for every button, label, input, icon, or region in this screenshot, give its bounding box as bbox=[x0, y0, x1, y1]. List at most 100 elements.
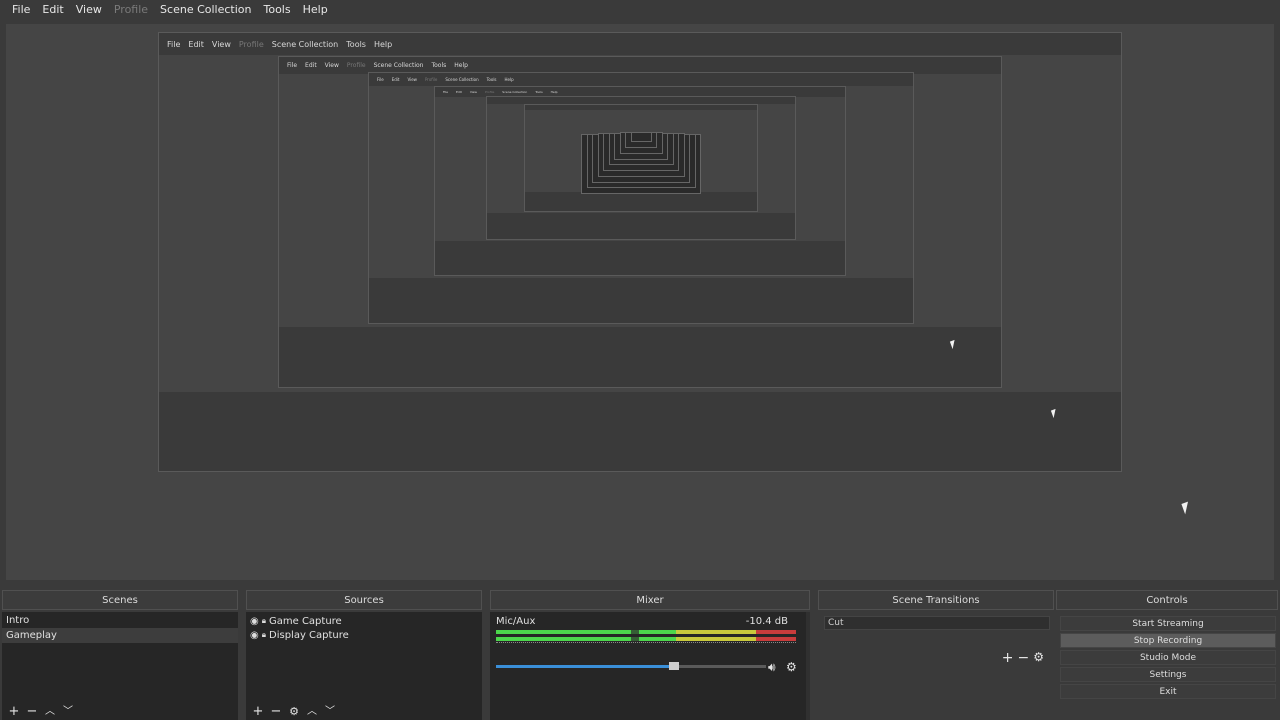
menu-tools[interactable]: Tools bbox=[258, 0, 297, 20]
nested-menu-item: Help bbox=[504, 77, 514, 82]
menu-view[interactable]: View bbox=[70, 0, 108, 20]
nested-menu-item: Profile bbox=[484, 90, 495, 94]
chevron-down-icon[interactable]: ﹀ bbox=[62, 705, 74, 719]
dock-area: Scenes Intro Gameplay + − ︿ ﹀ Sources ◉ … bbox=[0, 590, 1280, 720]
nested-menu-item: Scene Collection bbox=[271, 39, 339, 49]
settings-button[interactable]: Settings bbox=[1060, 667, 1276, 682]
plus-icon[interactable]: + bbox=[8, 705, 20, 719]
studio-mode-button[interactable]: Studio Mode bbox=[1060, 650, 1276, 665]
sources-header: Sources bbox=[246, 590, 482, 610]
nested-menu-item: File bbox=[377, 77, 384, 82]
volume-slider[interactable] bbox=[496, 662, 766, 670]
plus-icon[interactable]: + bbox=[1002, 650, 1014, 666]
volume-handle[interactable] bbox=[669, 662, 680, 670]
sources-toolbar: + − ⚙ ︿ ﹀ bbox=[246, 704, 336, 720]
nested-dock bbox=[159, 392, 1121, 471]
nested-menu-item: Help bbox=[373, 39, 393, 49]
nested-menu-item: Edit bbox=[188, 39, 204, 49]
preview-canvas[interactable]: File Edit View Profile Scene Collection Tools… bbox=[6, 24, 1274, 580]
nested-menu-bar: File Edit View Profile Scene Collection Tools… bbox=[159, 33, 1121, 55]
obs-window: File Edit View Profile Scene Collection … bbox=[0, 0, 1280, 720]
gear-icon[interactable]: ⚙ bbox=[1033, 650, 1044, 666]
scenes-list: Intro Gameplay + − ︿ ﹀ bbox=[2, 612, 238, 720]
nested-dock bbox=[525, 192, 757, 211]
nested-menu-item: Tools bbox=[535, 90, 543, 94]
tunnel-frame bbox=[630, 131, 652, 143]
sources-list: ◉ 🔒︎ Game Capture ◉ 🔒︎ Display Capture +… bbox=[246, 612, 482, 720]
transition-toolbar: + − ⚙ bbox=[1002, 650, 1044, 666]
menu-scene-collection[interactable]: Scene Collection bbox=[154, 0, 257, 20]
scenes-dock: Scenes Intro Gameplay + − ︿ ﹀ bbox=[2, 590, 238, 720]
meter-scale bbox=[496, 642, 796, 645]
mixer-channel-name: Mic/Aux bbox=[496, 616, 536, 627]
nested-menu-item: File bbox=[443, 90, 449, 94]
audio-meter-top bbox=[496, 630, 796, 634]
minus-icon[interactable]: − bbox=[26, 705, 38, 719]
menu-file[interactable]: File bbox=[6, 0, 36, 20]
nested-menu-item: View bbox=[324, 62, 339, 69]
nested-dock bbox=[369, 278, 913, 323]
nested-dock bbox=[279, 327, 1001, 387]
audio-meter-bottom bbox=[496, 637, 796, 641]
stop-recording-button[interactable]: Stop Recording bbox=[1060, 633, 1276, 648]
nested-menu-item: Edit bbox=[456, 90, 462, 94]
nested-menu-item: View bbox=[469, 90, 477, 94]
chevron-up-icon[interactable]: ︿ bbox=[44, 705, 56, 719]
nested-menu-item: Edit bbox=[305, 62, 317, 69]
source-item[interactable]: ◉ 🔒︎ Display Capture bbox=[246, 628, 482, 642]
gear-icon[interactable]: ⚙ bbox=[288, 705, 300, 719]
nested-menu-item: Profile bbox=[238, 39, 264, 49]
mixer-db-value: -10.4 dB bbox=[745, 616, 788, 627]
volume-fill bbox=[496, 665, 675, 668]
chevron-down-icon[interactable]: ﹀ bbox=[324, 705, 336, 719]
mixer-header: Mixer bbox=[490, 590, 810, 610]
mixer-dock: Mixer Mic/Aux -10.4 dB 🔊︎ ⚙ bbox=[490, 590, 810, 720]
nested-menu-item: Profile bbox=[346, 62, 366, 69]
nested-menu-bar bbox=[487, 97, 795, 104]
nested-menu-item: View bbox=[407, 77, 417, 82]
lock-icon[interactable]: 🔒︎ bbox=[262, 616, 266, 626]
nested-menu-item: View bbox=[211, 39, 231, 49]
menu-bar: File Edit View Profile Scene Collection … bbox=[0, 0, 1280, 20]
minus-icon[interactable]: − bbox=[1018, 650, 1030, 666]
nested-menu-bar: File Edit View Profile Scene Collection Tools… bbox=[369, 73, 913, 86]
nested-menu-item: Profile bbox=[424, 77, 438, 82]
nested-menu-item: Help bbox=[454, 62, 468, 69]
minus-icon[interactable]: − bbox=[270, 705, 282, 719]
scene-item[interactable]: Gameplay bbox=[2, 628, 238, 643]
transitions-header: Scene Transitions bbox=[818, 590, 1054, 610]
source-label: Game Capture bbox=[269, 615, 342, 627]
menu-help[interactable]: Help bbox=[297, 0, 334, 20]
nested-menu-item: Tools bbox=[346, 39, 366, 49]
menu-profile: Profile bbox=[113, 3, 149, 16]
scene-item[interactable]: Intro bbox=[2, 613, 238, 628]
nested-menu-item: File bbox=[167, 39, 181, 49]
plus-icon[interactable]: + bbox=[252, 705, 264, 719]
transition-select[interactable]: Cut bbox=[824, 616, 1050, 630]
nested-menu-item: Edit bbox=[391, 77, 400, 82]
lock-icon[interactable]: 🔒︎ bbox=[262, 630, 266, 640]
nested-menu-item: Tools bbox=[431, 62, 447, 69]
nested-menu-item: File bbox=[287, 62, 298, 69]
eye-icon[interactable]: ◉ bbox=[250, 630, 259, 641]
exit-button[interactable]: Exit bbox=[1060, 684, 1276, 699]
scenes-toolbar: + − ︿ ﹀ bbox=[2, 704, 74, 720]
speaker-icon[interactable]: 🔊︎ bbox=[768, 660, 776, 675]
menu-edit[interactable]: Edit bbox=[36, 0, 69, 20]
source-item[interactable]: ◉ 🔒︎ Game Capture bbox=[246, 614, 482, 628]
mixer-scrollbar[interactable] bbox=[806, 612, 810, 720]
scenes-header: Scenes bbox=[2, 590, 238, 610]
nested-menu-item: Help bbox=[550, 90, 558, 94]
controls-header: Controls bbox=[1056, 590, 1278, 610]
eye-icon[interactable]: ◉ bbox=[250, 616, 259, 627]
nested-menu-item: Scene Collection bbox=[445, 77, 479, 82]
chevron-up-icon[interactable]: ︿ bbox=[306, 705, 318, 719]
mixer-panel: Mic/Aux -10.4 dB 🔊︎ ⚙ bbox=[490, 612, 810, 720]
start-streaming-button[interactable]: Start Streaming bbox=[1060, 616, 1276, 631]
gear-icon[interactable]: ⚙ bbox=[786, 660, 797, 674]
controls-dock: Controls Start Streaming Stop Recording … bbox=[1056, 590, 1278, 720]
nested-menu-bar bbox=[525, 105, 757, 110]
controls-panel: Start Streaming Stop Recording Studio Mo… bbox=[1056, 612, 1278, 720]
nested-menu-item: Scene Collection bbox=[502, 90, 528, 94]
source-label: Display Capture bbox=[269, 629, 349, 641]
